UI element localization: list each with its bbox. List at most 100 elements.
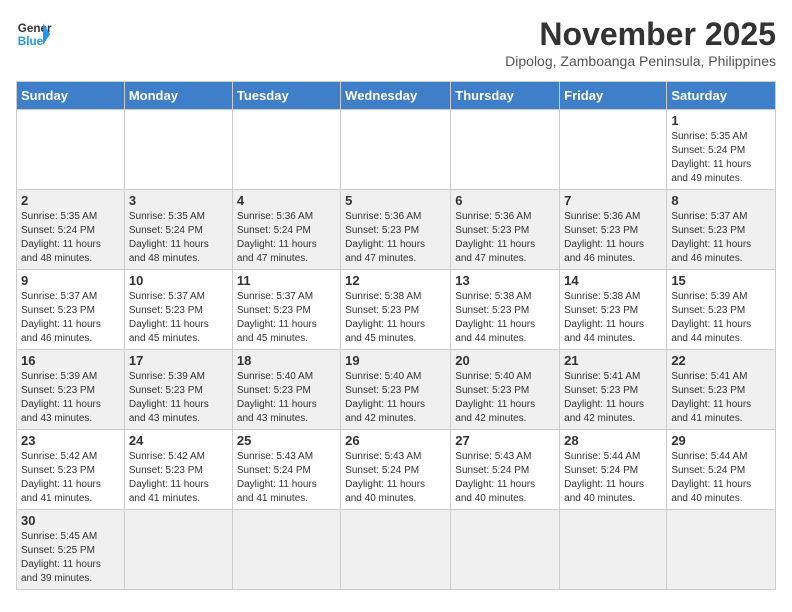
calendar-cell: 22Sunrise: 5:41 AM Sunset: 5:23 PM Dayli… bbox=[667, 350, 776, 430]
day-of-week-header: Saturday bbox=[667, 82, 776, 110]
day-number: 20 bbox=[455, 353, 555, 368]
day-info: Sunrise: 5:36 AM Sunset: 5:24 PM Dayligh… bbox=[237, 210, 336, 266]
day-info: Sunrise: 5:39 AM Sunset: 5:23 PM Dayligh… bbox=[671, 290, 771, 346]
month-title: November 2025 bbox=[505, 16, 776, 53]
logo: General Blue bbox=[16, 16, 52, 52]
calendar-cell: 16Sunrise: 5:39 AM Sunset: 5:23 PM Dayli… bbox=[17, 350, 125, 430]
day-info: Sunrise: 5:35 AM Sunset: 5:24 PM Dayligh… bbox=[129, 210, 228, 266]
calendar-table: SundayMondayTuesdayWednesdayThursdayFrid… bbox=[16, 81, 776, 590]
day-info: Sunrise: 5:43 AM Sunset: 5:24 PM Dayligh… bbox=[455, 450, 555, 506]
calendar-cell: 23 Sunrise: 5:42 AM Sunset: 5:23 PM Dayli… bbox=[17, 430, 125, 510]
day-info: Sunrise: 5:41 AM Sunset: 5:23 PM Dayligh… bbox=[564, 370, 662, 426]
day-number: 27 bbox=[455, 433, 555, 448]
calendar-cell bbox=[667, 510, 776, 590]
day-number: 7 bbox=[564, 193, 662, 208]
day-of-week-header: Monday bbox=[124, 82, 232, 110]
calendar-cell: 10 Sunrise: 5:37 AM Sunset: 5:23 PM Dayli… bbox=[124, 270, 232, 350]
calendar-cell: 27 Sunrise: 5:43 AM Sunset: 5:24 PM Dayli… bbox=[451, 430, 560, 510]
day-number: 26 bbox=[345, 433, 446, 448]
day-number: 24 bbox=[129, 433, 228, 448]
day-number: 3 bbox=[129, 193, 228, 208]
day-info: Sunrise: 5:37 AM Sunset: 5:23 PM Dayligh… bbox=[21, 290, 120, 346]
day-info: Sunrise: 5:42 AM Sunset: 5:23 PM Dayligh… bbox=[21, 450, 120, 506]
calendar-cell: 3 Sunrise: 5:35 AM Sunset: 5:24 PM Daylig… bbox=[124, 190, 232, 270]
calendar-cell: 4Sunrise: 5:36 AM Sunset: 5:24 PM Daylig… bbox=[232, 190, 340, 270]
calendar-cell bbox=[560, 510, 667, 590]
day-info: Sunrise: 5:39 AM Sunset: 5:23 PM Dayligh… bbox=[129, 370, 228, 426]
day-info: Sunrise: 5:43 AM Sunset: 5:24 PM Dayligh… bbox=[345, 450, 446, 506]
day-info: Sunrise: 5:37 AM Sunset: 5:23 PM Dayligh… bbox=[129, 290, 228, 346]
calendar-cell: 25 Sunrise: 5:43 AM Sunset: 5:24 PM Dayli… bbox=[232, 430, 340, 510]
day-number: 23 bbox=[21, 433, 120, 448]
day-of-week-header: Tuesday bbox=[232, 82, 340, 110]
day-info: Sunrise: 5:43 AM Sunset: 5:24 PM Dayligh… bbox=[237, 450, 336, 506]
day-info: Sunrise: 5:40 AM Sunset: 5:23 PM Dayligh… bbox=[345, 370, 446, 426]
calendar-cell bbox=[124, 510, 232, 590]
day-info: Sunrise: 5:44 AM Sunset: 5:24 PM Dayligh… bbox=[671, 450, 771, 506]
day-number: 18 bbox=[237, 353, 336, 368]
day-of-week-header: Wednesday bbox=[341, 82, 451, 110]
calendar-cell: 30 Sunrise: 5:45 AM Sunset: 5:25 PM Dayli… bbox=[17, 510, 125, 590]
calendar-cell: 20 Sunrise: 5:40 AM Sunset: 5:23 PM Dayli… bbox=[451, 350, 560, 430]
calendar-cell: 24 Sunrise: 5:42 AM Sunset: 5:23 PM Dayli… bbox=[124, 430, 232, 510]
calendar-cell bbox=[341, 510, 451, 590]
day-info: Sunrise: 5:38 AM Sunset: 5:23 PM Dayligh… bbox=[564, 290, 662, 346]
day-number: 15 bbox=[671, 273, 771, 288]
calendar-cell: 17 Sunrise: 5:39 AM Sunset: 5:23 PM Dayli… bbox=[124, 350, 232, 430]
calendar-cell: 5Sunrise: 5:36 AM Sunset: 5:23 PM Daylig… bbox=[341, 190, 451, 270]
day-number: 8 bbox=[671, 193, 771, 208]
day-info: Sunrise: 5:40 AM Sunset: 5:23 PM Dayligh… bbox=[455, 370, 555, 426]
day-of-week-header: Thursday bbox=[451, 82, 560, 110]
calendar-week-row: 1 Sunrise: 5:35 AM Sunset: 5:24 PM Daylig… bbox=[17, 110, 776, 190]
calendar-cell: 21 Sunrise: 5:41 AM Sunset: 5:23 PM Dayli… bbox=[560, 350, 667, 430]
calendar-cell bbox=[341, 110, 451, 190]
calendar-cell: 2 Sunrise: 5:35 AM Sunset: 5:24 PM Daylig… bbox=[17, 190, 125, 270]
calendar-cell: 26 Sunrise: 5:43 AM Sunset: 5:24 PM Dayli… bbox=[341, 430, 451, 510]
day-number: 30 bbox=[21, 513, 120, 528]
calendar-cell bbox=[451, 110, 560, 190]
calendar-cell bbox=[232, 510, 340, 590]
day-number: 6 bbox=[455, 193, 555, 208]
day-info: Sunrise: 5:35 AM Sunset: 5:24 PM Dayligh… bbox=[21, 210, 120, 266]
day-info: Sunrise: 5:44 AM Sunset: 5:24 PM Dayligh… bbox=[564, 450, 662, 506]
day-number: 10 bbox=[129, 273, 228, 288]
day-number: 19 bbox=[345, 353, 446, 368]
day-number: 25 bbox=[237, 433, 336, 448]
day-info: Sunrise: 5:36 AM Sunset: 5:23 PM Dayligh… bbox=[455, 210, 555, 266]
calendar-cell: 12Sunrise: 5:38 AM Sunset: 5:23 PM Dayli… bbox=[341, 270, 451, 350]
day-info: Sunrise: 5:38 AM Sunset: 5:23 PM Dayligh… bbox=[345, 290, 446, 346]
calendar-cell: 9 Sunrise: 5:37 AM Sunset: 5:23 PM Daylig… bbox=[17, 270, 125, 350]
calendar-cell: 7Sunrise: 5:36 AM Sunset: 5:23 PM Daylig… bbox=[560, 190, 667, 270]
day-info: Sunrise: 5:39 AM Sunset: 5:23 PM Dayligh… bbox=[21, 370, 120, 426]
calendar-week-row: 2 Sunrise: 5:35 AM Sunset: 5:24 PM Daylig… bbox=[17, 190, 776, 270]
day-info: Sunrise: 5:37 AM Sunset: 5:23 PM Dayligh… bbox=[671, 210, 771, 266]
calendar-cell bbox=[17, 110, 125, 190]
calendar-cell: 11Sunrise: 5:37 AM Sunset: 5:23 PM Dayli… bbox=[232, 270, 340, 350]
day-number: 1 bbox=[671, 113, 771, 128]
day-info: Sunrise: 5:35 AM Sunset: 5:24 PM Dayligh… bbox=[671, 130, 771, 186]
calendar-cell bbox=[560, 110, 667, 190]
calendar-week-row: 16Sunrise: 5:39 AM Sunset: 5:23 PM Dayli… bbox=[17, 350, 776, 430]
calendar-cell: 13 Sunrise: 5:38 AM Sunset: 5:23 PM Dayli… bbox=[451, 270, 560, 350]
day-number: 17 bbox=[129, 353, 228, 368]
day-info: Sunrise: 5:38 AM Sunset: 5:23 PM Dayligh… bbox=[455, 290, 555, 346]
day-number: 29 bbox=[671, 433, 771, 448]
calendar-cell: 29 Sunrise: 5:44 AM Sunset: 5:24 PM Dayli… bbox=[667, 430, 776, 510]
day-info: Sunrise: 5:37 AM Sunset: 5:23 PM Dayligh… bbox=[237, 290, 336, 346]
calendar-week-row: 23 Sunrise: 5:42 AM Sunset: 5:23 PM Dayli… bbox=[17, 430, 776, 510]
day-number: 13 bbox=[455, 273, 555, 288]
day-number: 2 bbox=[21, 193, 120, 208]
header: General Blue November 2025 Dipolog, Zamb… bbox=[16, 16, 776, 69]
day-info: Sunrise: 5:36 AM Sunset: 5:23 PM Dayligh… bbox=[345, 210, 446, 266]
day-of-week-header: Sunday bbox=[17, 82, 125, 110]
day-number: 21 bbox=[564, 353, 662, 368]
calendar-cell bbox=[451, 510, 560, 590]
day-number: 28 bbox=[564, 433, 662, 448]
day-number: 9 bbox=[21, 273, 120, 288]
day-info: Sunrise: 5:42 AM Sunset: 5:23 PM Dayligh… bbox=[129, 450, 228, 506]
logo-icon: General Blue bbox=[16, 16, 52, 52]
calendar-cell: 14Sunrise: 5:38 AM Sunset: 5:23 PM Dayli… bbox=[560, 270, 667, 350]
day-info: Sunrise: 5:45 AM Sunset: 5:25 PM Dayligh… bbox=[21, 530, 120, 586]
calendar-header-row: SundayMondayTuesdayWednesdayThursdayFrid… bbox=[17, 82, 776, 110]
calendar-cell: 1 Sunrise: 5:35 AM Sunset: 5:24 PM Daylig… bbox=[667, 110, 776, 190]
